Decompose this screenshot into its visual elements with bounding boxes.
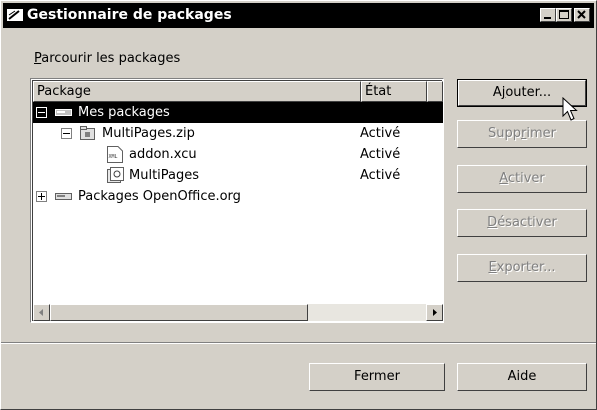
pencil-window-icon xyxy=(7,9,23,21)
horizontal-scrollbar[interactable] xyxy=(33,304,443,321)
separator-highlight xyxy=(1,343,596,344)
tree-row-my-packages[interactable]: Mes packages xyxy=(33,102,443,123)
collapse-toggle[interactable] xyxy=(36,107,47,118)
window-title: Gestionnaire de packages xyxy=(27,7,232,23)
column-header-package[interactable]: Package xyxy=(33,81,361,102)
tree-row-multipages[interactable]: MultiPages Activé xyxy=(33,165,443,186)
tree-row-openoffice-packages[interactable]: Packages OpenOffice.org xyxy=(33,186,443,207)
close-window-button[interactable] xyxy=(574,8,590,22)
expand-toggle[interactable] xyxy=(36,191,47,202)
package-tree-list[interactable]: Package État Mes packages MultiPages.zip… xyxy=(30,78,444,323)
title-bar[interactable]: Gestionnaire de packages xyxy=(3,3,594,28)
arrow-right-icon xyxy=(433,309,437,316)
scroll-left-button[interactable] xyxy=(33,304,50,321)
zip-archive-icon xyxy=(80,126,95,140)
basic-library-icon xyxy=(107,167,124,183)
help-button[interactable]: Aide xyxy=(457,363,587,391)
tree-item-label: MultiPages.zip xyxy=(102,126,195,141)
minimize-button[interactable] xyxy=(540,8,556,22)
scrollbar-thumb[interactable] xyxy=(50,304,308,321)
export-button[interactable]: Exporter... xyxy=(457,254,587,282)
minus-icon xyxy=(63,133,70,134)
tree-item-label: MultiPages xyxy=(129,168,200,183)
column-header-state[interactable]: État xyxy=(361,81,427,102)
tree-item-state: Activé xyxy=(360,147,401,162)
tree-item-state: Activé xyxy=(360,168,401,183)
plus-icon xyxy=(38,193,45,200)
tree-row-addon-xcu[interactable]: XML addon.xcu Activé xyxy=(33,144,443,165)
maximize-button[interactable] xyxy=(556,8,572,22)
close-icon xyxy=(577,10,586,19)
enable-button[interactable]: Activer xyxy=(457,165,587,193)
minus-icon xyxy=(38,112,45,113)
mouse-pointer-icon xyxy=(562,97,578,121)
drive-icon xyxy=(55,109,72,116)
disable-button[interactable]: Désactiver xyxy=(457,209,587,237)
svg-text:XML: XML xyxy=(109,154,118,160)
tree-item-label: addon.xcu xyxy=(129,147,197,162)
package-manager-window: Gestionnaire de packages Parcourir les p… xyxy=(0,0,597,410)
collapse-toggle[interactable] xyxy=(61,128,72,139)
tree-item-state: Activé xyxy=(360,126,401,141)
column-header-filler xyxy=(427,81,443,102)
drive-icon xyxy=(55,193,72,200)
close-button[interactable]: Fermer xyxy=(309,363,445,391)
arrow-left-icon xyxy=(39,309,43,316)
browse-packages-label: Parcourir les packages xyxy=(34,51,181,66)
tree-item-label: Packages OpenOffice.org xyxy=(78,189,241,204)
xml-file-icon: XML xyxy=(107,146,123,163)
tree-row-multipages-zip[interactable]: MultiPages.zip Activé xyxy=(33,123,443,144)
minimize-icon xyxy=(544,17,551,19)
maximize-icon xyxy=(559,10,569,19)
scroll-right-button[interactable] xyxy=(426,304,443,321)
tree-item-label: Mes packages xyxy=(78,105,170,120)
remove-button[interactable]: Supprimer xyxy=(457,120,587,148)
